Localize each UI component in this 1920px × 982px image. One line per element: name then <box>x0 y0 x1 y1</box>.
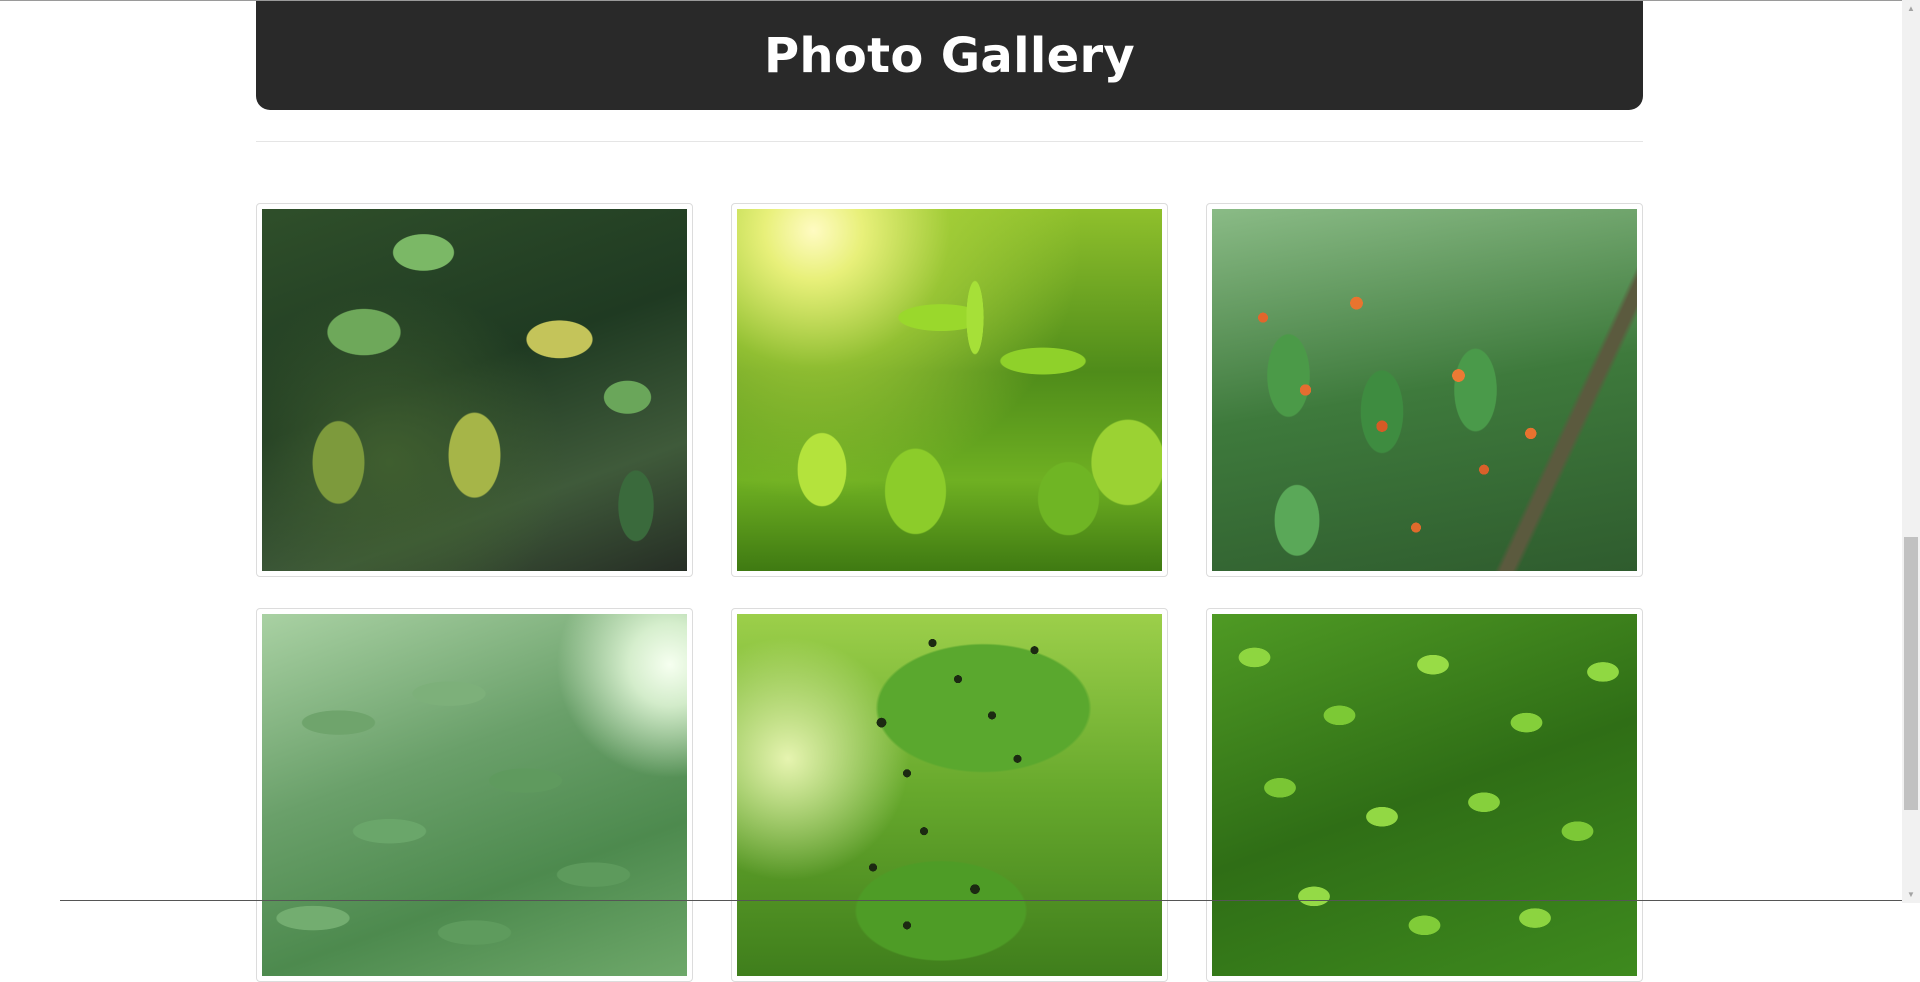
photo-card[interactable] <box>256 608 693 982</box>
photo-card[interactable] <box>1206 203 1643 577</box>
photo-grid <box>256 203 1643 982</box>
gallery-photo[interactable] <box>737 614 1162 976</box>
photo-card[interactable] <box>1206 608 1643 982</box>
gallery-photo[interactable] <box>1212 614 1637 976</box>
gallery-photo[interactable] <box>1212 209 1637 571</box>
scroll-down-arrow-icon[interactable]: ▼ <box>1902 886 1920 903</box>
header-divider <box>256 141 1643 142</box>
gallery-photo[interactable] <box>262 614 687 976</box>
gallery-header: Photo Gallery <box>256 1 1643 110</box>
vertical-scrollbar[interactable]: ▲ ▼ <box>1902 0 1920 903</box>
photo-card[interactable] <box>256 203 693 577</box>
gallery-photo[interactable] <box>262 209 687 571</box>
window-bottom-border <box>60 900 1902 901</box>
photo-card[interactable] <box>731 203 1168 577</box>
page-title: Photo Gallery <box>763 27 1136 84</box>
photo-card[interactable] <box>731 608 1168 982</box>
gallery-photo[interactable] <box>737 209 1162 571</box>
scrollbar-thumb[interactable] <box>1904 537 1918 810</box>
page-container: Photo Gallery <box>256 1 1643 982</box>
scroll-up-arrow-icon[interactable]: ▲ <box>1902 0 1920 17</box>
